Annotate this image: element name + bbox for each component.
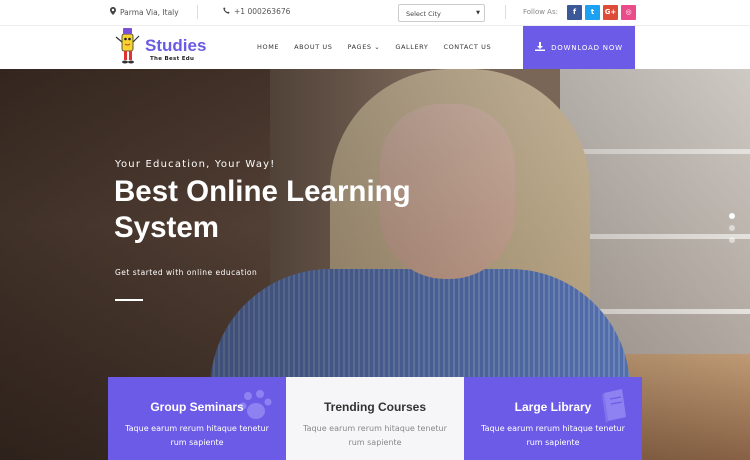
location-text: Parma Via, Italy [120,7,179,17]
feature-title: Large Library [514,400,592,414]
feature-card-trending-courses[interactable]: Trending Courses Taque earum rerum hitaq… [286,377,464,460]
feature-title: Trending Courses [323,400,427,414]
nav-gallery[interactable]: GALLERY [395,43,428,51]
slider-dot-1[interactable] [729,213,735,219]
download-now-label: DOWNLOAD NOW [551,43,623,52]
nav-home[interactable]: HOME [257,43,279,51]
slider-dot-2[interactable] [729,225,735,231]
hero-divider [115,299,143,301]
follow-label: Follow As: [523,8,558,16]
logo-mascot-icon[interactable] [113,26,143,69]
nav-contact-us[interactable]: CONTACT US [443,43,491,51]
divider [505,5,506,19]
nav-pages[interactable]: PAGES ⌄ [348,43,381,51]
download-icon [535,42,546,53]
download-now-button[interactable]: DOWNLOAD NOW [523,26,635,69]
feature-text: Taque earum rerum hitaque tenetur rum sa… [481,424,625,447]
google-plus-icon[interactable]: G+ [603,5,618,20]
map-pin-icon [110,7,116,17]
dribbble-icon[interactable]: ◎ [621,5,636,20]
divider [197,5,198,19]
facebook-icon[interactable]: f [567,5,582,20]
main-header: Studies The Best Edu HOME ABOUT US PAGES… [0,26,750,69]
feature-card-large-library[interactable]: Large Library Taque earum rerum hitaque … [464,377,642,460]
caret-down-icon: ▼ [476,10,480,16]
feature-text: Taque earum rerum hitaque tenetur rum sa… [303,424,447,447]
slider-dot-3[interactable] [729,237,735,243]
logo-name[interactable]: Studies [145,36,206,56]
feature-card-group-seminars[interactable]: Group Seminars Taque earum rerum hitaque… [108,377,286,460]
hero-subtitle: Get started with online education [115,268,258,277]
city-select[interactable]: Select City ▼ [398,4,485,22]
main-nav: HOME ABOUT US PAGES ⌄ GALLERY CONTACT US [257,43,506,51]
logo-tagline: The Best Edu [150,56,195,62]
feature-title: Group Seminars [150,400,244,414]
location-info: Parma Via, Italy [110,7,179,17]
phone-icon [223,7,230,16]
hero-kicker: Your Education, Your Way! [115,159,276,170]
feature-text: Taque earum rerum hitaque tenetur rum sa… [125,424,269,447]
phone-info: +1 000263676 [223,7,290,16]
twitter-icon[interactable]: t [585,5,600,20]
top-bar: Parma Via, Italy +1 000263676 Select Cit… [0,0,750,26]
hero-title: Best Online Learning System [114,175,411,244]
city-select-value: Select City [406,10,441,18]
nav-about-us[interactable]: ABOUT US [294,43,332,51]
phone-text[interactable]: +1 000263676 [234,7,290,16]
